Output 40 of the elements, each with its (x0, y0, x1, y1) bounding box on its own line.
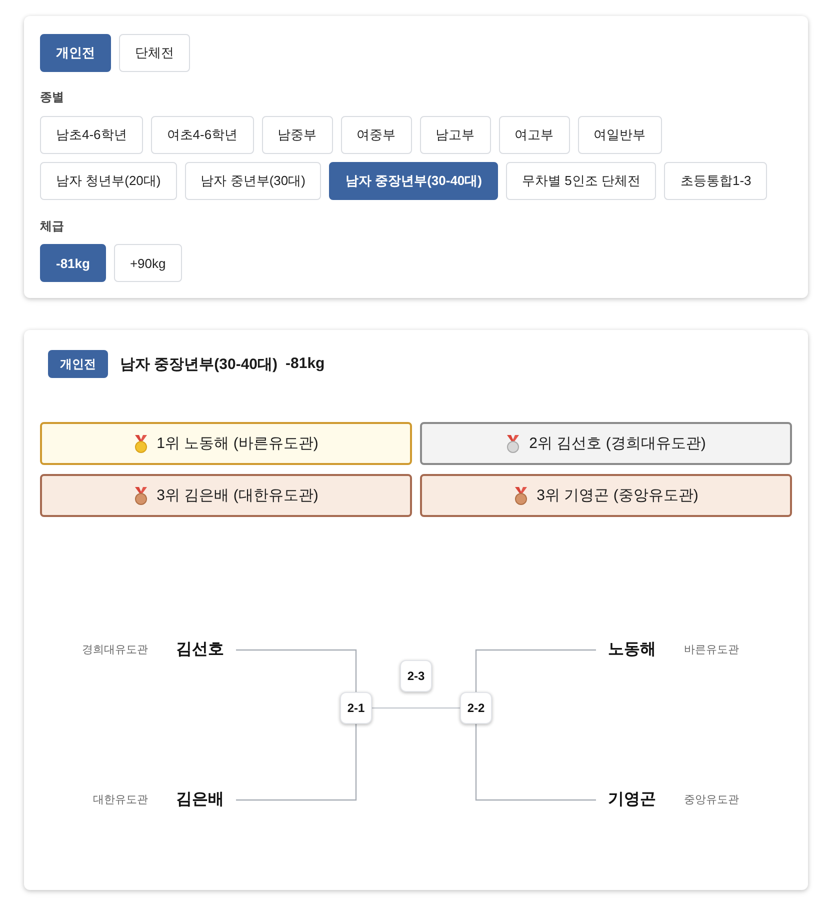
division-option[interactable]: 남초4-6학년 (40, 116, 143, 154)
division-option[interactable]: 여일반부 (578, 116, 662, 154)
match-node[interactable]: 2-2 (460, 692, 492, 724)
division-option[interactable]: 남자 청년부(20대) (40, 162, 177, 200)
medal-label: 2위 김선호 (경희대유도관) (529, 434, 706, 453)
category-badge: 개인전 (48, 350, 108, 378)
medal-icon (134, 434, 148, 452)
division-option[interactable]: 여초4-6학년 (150, 116, 254, 154)
division-option[interactable]: 여중부 (340, 116, 412, 154)
division-option[interactable]: 남자 중장년부(30-40대) (329, 162, 498, 200)
match-node[interactable]: 2-1 (340, 692, 372, 724)
division-option[interactable]: 초등통합1-3 (664, 162, 768, 200)
event-tab[interactable]: 단체전 (119, 34, 190, 72)
player-name: 김선호 (176, 640, 224, 660)
club-name: 대한유도관 (93, 793, 148, 807)
weight-title: -81kg (286, 354, 325, 374)
section-label: 종별 (40, 89, 64, 106)
club-name: 중앙유도관 (684, 793, 739, 807)
medal-label: 1위 노동해 (바른유도관) (156, 434, 318, 453)
club-name: 바른유도관 (684, 643, 739, 657)
division-option[interactable]: 여고부 (498, 116, 570, 154)
division-option[interactable]: 남중부 (262, 116, 333, 154)
division-option[interactable]: 무차별 5인조 단체전 (506, 162, 656, 200)
match-node[interactable]: 2-3 (400, 660, 432, 692)
medal-label: 3위 기영곤 (중앙유도관) (536, 486, 698, 505)
player-name: 노동해 (608, 640, 656, 660)
weight-option[interactable]: -81kg (40, 244, 106, 282)
division-title: 남자 중장년부(30-40대) (120, 354, 278, 374)
player-name: 김은배 (176, 790, 224, 810)
player-name: 기영곤 (608, 790, 656, 810)
weight-option[interactable]: +90kg (114, 244, 182, 282)
division-option[interactable]: 남고부 (420, 116, 491, 154)
medal-label: 3위 김은배 (대한유도관) (156, 486, 318, 505)
medal-icon (134, 486, 148, 504)
event-tab[interactable]: 개인전 (40, 34, 111, 72)
section-label: 체급 (40, 218, 64, 235)
medal-icon (514, 486, 528, 504)
division-option[interactable]: 남자 중년부(30대) (184, 162, 322, 200)
medal-icon (506, 434, 520, 452)
club-name: 경희대유도관 (82, 643, 148, 657)
